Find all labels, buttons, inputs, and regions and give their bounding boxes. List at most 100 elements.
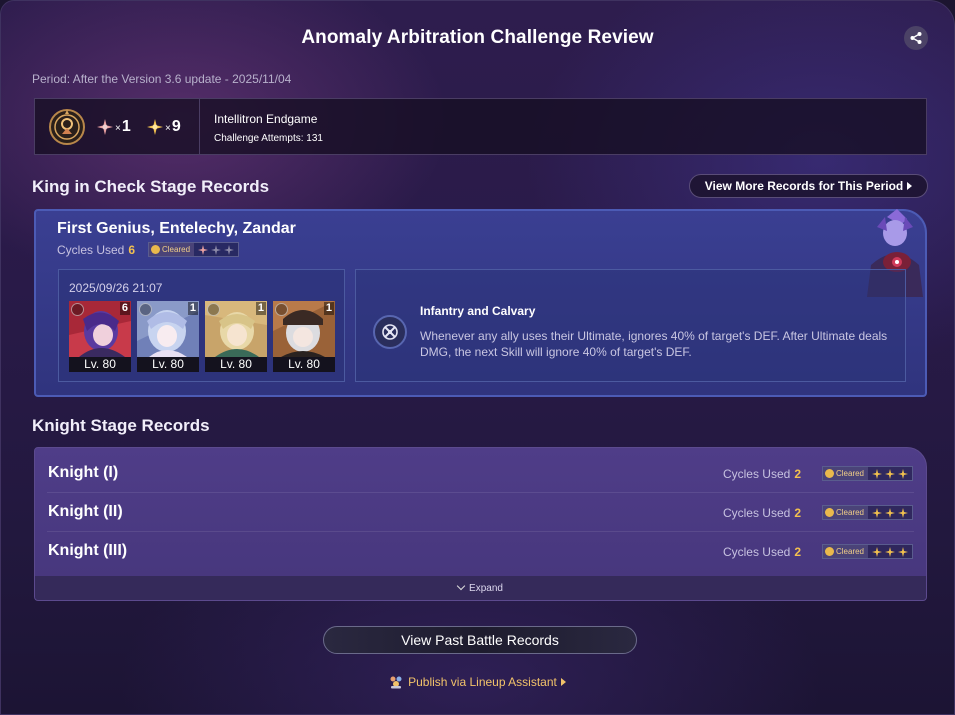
- publish-label: Publish via Lineup Assistant: [408, 675, 557, 689]
- star-empty-icon: [224, 244, 235, 255]
- knight-stage-name: Knight (II): [48, 503, 123, 520]
- page-title: Anomaly Arbitration Challenge Review: [301, 27, 654, 48]
- mode-emblem-icon: [49, 109, 85, 145]
- character-card[interactable]: 1 Lv. 80: [137, 301, 199, 372]
- challenge-attempts: Challenge Attempts: 131: [214, 133, 323, 144]
- gold-star-count: × 9: [147, 118, 181, 136]
- buff-name: Infantry and Calvary: [420, 304, 536, 318]
- arrow-right-icon: [560, 678, 566, 686]
- multiplier-sign: ×: [115, 122, 121, 134]
- star-rating: [194, 244, 238, 255]
- star-rating: [868, 546, 912, 557]
- challenge-review-page: Anomaly Arbitration Challenge Review Per…: [0, 0, 955, 715]
- cleared-tag: Cleared: [149, 243, 195, 256]
- cycles-label: Cycles Used: [722, 467, 791, 481]
- character-level: Lv. 80: [69, 357, 131, 372]
- character-level: Lv. 80: [273, 357, 335, 372]
- buff-description: Whenever any ally uses their Ultimate, i…: [420, 329, 888, 359]
- clear-status-badge: Cleared: [821, 505, 913, 520]
- character-card[interactable]: 6 Lv. 80: [69, 301, 131, 372]
- king-record-card: First Genius, Entelechy, Zandar Cycles U…: [34, 209, 927, 397]
- red-star-icon: [97, 119, 113, 135]
- divider: [199, 99, 200, 154]
- check-icon: [824, 508, 834, 517]
- buff-panel: Infantry and Calvary Whenever any ally u…: [355, 269, 906, 382]
- knight-stage-name: Knight (III): [48, 542, 128, 559]
- expand-label: Expand: [469, 582, 503, 594]
- cycles-used: Cycles Used 6: [57, 243, 135, 257]
- past-records-label: View Past Battle Records: [401, 632, 559, 648]
- view-more-records-button[interactable]: View More Records for This Period: [689, 174, 928, 198]
- check-icon: [151, 245, 160, 254]
- knight-section-title: Knight Stage Records: [32, 416, 210, 435]
- character-card[interactable]: 1 Lv. 80: [273, 301, 335, 372]
- star-earned-icon: [198, 244, 209, 255]
- knight-row[interactable]: Knight (III) Cycles Used 2 Cleared: [35, 532, 926, 571]
- team-panel: 2025/09/26 21:07 6 Lv. 80 1 Lv. 80 1 Lv.…: [58, 269, 345, 382]
- cleared-tag: Cleared: [822, 467, 868, 480]
- cleared-tag: Cleared: [822, 545, 868, 558]
- character-level: Lv. 80: [137, 357, 199, 372]
- gold-star-icon: [885, 468, 895, 479]
- clear-status-badge: Cleared: [821, 466, 913, 481]
- chevron-down-icon: [456, 581, 466, 591]
- king-section-title: King in Check Stage Records: [32, 177, 270, 196]
- knight-record-list: Knight (I) Cycles Used 2 Cleared Knight (…: [34, 447, 927, 601]
- cycles-used: Cycles Used 2: [723, 467, 801, 481]
- cycles-label: Cycles Used: [722, 545, 791, 559]
- cycles-label: Cycles Used: [57, 243, 125, 257]
- publish-lineup-link[interactable]: Publish via Lineup Assistant: [1, 675, 954, 689]
- clear-status-badge: Cleared: [821, 544, 913, 559]
- arrow-right-icon: [907, 182, 913, 190]
- expand-button[interactable]: Expand: [35, 576, 926, 600]
- gold-star-icon: [885, 546, 895, 557]
- boss-name: First Genius, Entelechy, Zandar: [57, 220, 296, 237]
- crossed-swords-icon: [382, 324, 398, 340]
- eidolon-count: 1: [255, 302, 266, 315]
- cycles-used: Cycles Used 2: [723, 545, 801, 559]
- gold-star-value: 9: [171, 118, 181, 135]
- element-icon: [275, 303, 288, 316]
- knight-stage-name: Knight (I): [48, 464, 119, 481]
- gold-star-icon: [898, 468, 908, 479]
- knight-row[interactable]: Knight (II) Cycles Used 2 Cleared: [35, 493, 926, 532]
- eidolon-count: 1: [187, 302, 198, 315]
- cleared-label: Cleared: [835, 469, 864, 478]
- cycles-label: Cycles Used: [722, 506, 791, 520]
- period-text: Period: After the Version 3.6 update - 2…: [32, 72, 292, 86]
- red-star-count: 1: [121, 118, 131, 135]
- gold-star-icon: [872, 507, 882, 518]
- character-card[interactable]: 1 Lv. 80: [205, 301, 267, 372]
- gold-star-icon: [885, 507, 895, 518]
- share-icon: [910, 32, 922, 44]
- view-past-battle-records-button[interactable]: View Past Battle Records: [323, 626, 637, 654]
- cycles-value: 2: [794, 545, 801, 559]
- gold-star-icon: [872, 468, 882, 479]
- cleared-label: Cleared: [835, 508, 864, 517]
- cycles-value: 2: [794, 467, 801, 481]
- difficulty-name: Intellitron Endgame: [214, 112, 318, 126]
- element-icon: [207, 303, 220, 316]
- cycles-value: 6: [128, 243, 136, 257]
- challenge-star-count: × 1: [97, 118, 131, 136]
- eidolon-count: 1: [323, 302, 334, 315]
- element-icon: [71, 303, 84, 316]
- gold-star-icon: [898, 546, 908, 557]
- multiplier-sign: ×: [165, 122, 171, 134]
- cleared-label: Cleared: [835, 547, 864, 556]
- buff-icon: [373, 315, 407, 349]
- cycles-used: Cycles Used 2: [723, 506, 801, 520]
- cycles-value: 2: [794, 506, 801, 520]
- character-level: Lv. 80: [205, 357, 267, 372]
- lineup-assistant-icon: [390, 676, 402, 689]
- knight-row[interactable]: Knight (I) Cycles Used 2 Cleared: [35, 454, 926, 493]
- gold-star-icon: [872, 546, 882, 557]
- gold-star-icon: [898, 507, 908, 518]
- star-rating: [868, 468, 912, 479]
- cleared-label: Cleared: [162, 245, 191, 254]
- record-date: 2025/09/26 21:07: [69, 281, 163, 295]
- summary-bar: × 1 × 9 Intellitron Endgame Challenge At…: [34, 98, 927, 155]
- eidolon-count: 6: [119, 302, 130, 315]
- view-more-records-label: View More Records for This Period: [704, 179, 904, 193]
- share-button[interactable]: [904, 26, 928, 50]
